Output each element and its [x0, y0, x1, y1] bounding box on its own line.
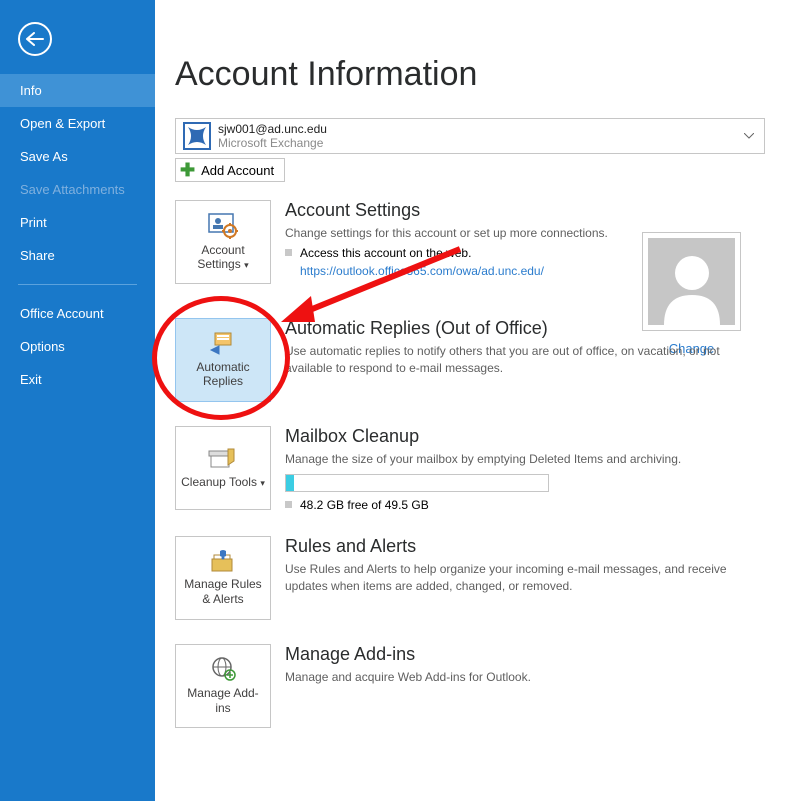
cleanup-tools-icon — [208, 447, 238, 471]
bullet-icon — [285, 501, 292, 508]
manage-addins-button[interactable]: Manage Add-ins — [175, 644, 271, 728]
automatic-replies-icon — [209, 332, 237, 356]
storage-text: 48.2 GB free of 49.5 GB — [300, 498, 429, 512]
rules-alerts-icon — [208, 549, 238, 573]
nav-save-as[interactable]: Save As — [0, 140, 155, 173]
account-settings-icon — [208, 213, 238, 239]
rules-alerts-heading: Rules and Alerts — [285, 536, 765, 557]
nav-separator — [18, 284, 137, 285]
account-settings-card-label: Account Settings ▾ — [180, 243, 266, 272]
back-arrow-icon — [26, 32, 44, 46]
nav-save-attachments: Save Attachments — [0, 173, 155, 206]
manage-addins-heading: Manage Add-ins — [285, 644, 765, 665]
mailbox-cleanup-heading: Mailbox Cleanup — [285, 426, 765, 447]
nav-share[interactable]: Share — [0, 239, 155, 272]
avatar-placeholder-icon — [648, 238, 735, 325]
nav-open-export[interactable]: Open & Export — [0, 107, 155, 140]
storage-bar — [285, 474, 549, 492]
automatic-replies-desc: Use automatic replies to notify others t… — [285, 343, 765, 377]
cleanup-tools-card-label: Cleanup Tools ▾ — [181, 475, 265, 489]
manage-addins-desc: Manage and acquire Web Add-ins for Outlo… — [285, 669, 765, 686]
nav-print[interactable]: Print — [0, 206, 155, 239]
manage-rules-button[interactable]: Manage Rules & Alerts — [175, 536, 271, 620]
account-lines: sjw001@ad.unc.edu Microsoft Exchange — [218, 122, 327, 151]
avatar-frame — [642, 232, 741, 331]
account-settings-heading: Account Settings — [285, 200, 765, 221]
back-button[interactable] — [18, 22, 52, 56]
add-account-button[interactable]: ✚ Add Account — [175, 158, 285, 182]
automatic-replies-heading: Automatic Replies (Out of Office) — [285, 318, 765, 339]
bullet-icon — [285, 249, 292, 256]
chevron-down-icon — [744, 133, 754, 139]
automatic-replies-button[interactable]: Automatic Replies — [175, 318, 271, 402]
automatic-replies-card-label: Automatic Replies — [180, 360, 266, 389]
nav-exit[interactable]: Exit — [0, 363, 155, 396]
account-email: sjw001@ad.unc.edu — [218, 122, 327, 136]
nav-office-account[interactable]: Office Account — [0, 297, 155, 330]
page-title: Account Information — [175, 55, 765, 94]
owa-link[interactable]: https://outlook.office365.com/owa/ad.unc… — [300, 264, 544, 278]
exchange-icon — [182, 121, 212, 151]
account-settings-button[interactable]: Account Settings ▾ — [175, 200, 271, 284]
manage-addins-card-label: Manage Add-ins — [180, 686, 266, 715]
mailbox-cleanup-desc: Manage the size of your mailbox by empty… — [285, 451, 765, 468]
cleanup-tools-button[interactable]: Cleanup Tools ▾ — [175, 426, 271, 510]
rules-alerts-desc: Use Rules and Alerts to help organize yo… — [285, 561, 765, 595]
main-panel: Account Information sjw001@ad.unc.edu Mi… — [155, 0, 790, 801]
account-server: Microsoft Exchange — [218, 136, 327, 150]
nav-options[interactable]: Options — [0, 330, 155, 363]
addins-icon — [209, 656, 237, 682]
add-account-label: Add Account — [201, 163, 274, 178]
manage-rules-card-label: Manage Rules & Alerts — [180, 577, 266, 606]
plus-icon: ✚ — [180, 163, 195, 177]
file-sidebar: Info Open & Export Save As Save Attachme… — [0, 0, 155, 801]
web-access-text: Access this account on the web. — [300, 246, 471, 260]
account-dropdown[interactable]: sjw001@ad.unc.edu Microsoft Exchange — [175, 118, 765, 154]
nav-info[interactable]: Info — [0, 74, 155, 107]
